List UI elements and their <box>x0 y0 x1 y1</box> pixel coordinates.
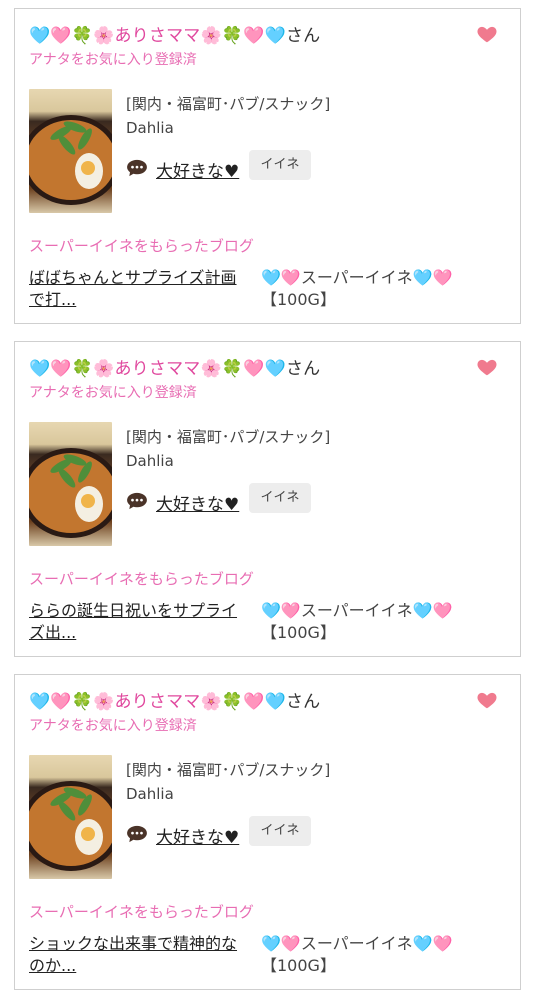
super-iine-badge: 🩵🩷スーパーイイネ🩵🩷【100G】 <box>261 601 453 642</box>
card-header: 🩵🩷🍀🌸ありさママ🌸🍀🩷🩵さん <box>29 21 506 46</box>
ramen-photo[interactable] <box>29 422 112 546</box>
san-suffix: さん <box>285 26 321 46</box>
shop-area: [関内・福富町･パブ/スナック] <box>126 95 331 113</box>
shop-name[interactable]: Dahlia <box>126 452 174 470</box>
card-header: 🩵🩷🍀🌸ありさママ🌸🍀🩷🩵さん <box>29 687 506 712</box>
speech-bubble-icon <box>127 825 147 843</box>
user-name-text: 🩵🩷🍀🌸ありさママ🌸🍀🩷🩵 <box>29 26 286 46</box>
favorite-status: アナタをお気に入り登録済 <box>29 385 197 401</box>
san-suffix: さん <box>285 359 321 379</box>
section-title: スーパーイイネをもらったブログ <box>29 237 254 255</box>
card-list: 🩵🩷🍀🌸ありさママ🌸🍀🩷🩵さん アナタをお気に入り登録済 [関内・福富町･パブ/… <box>0 0 536 1000</box>
ramen-photo[interactable] <box>29 89 112 213</box>
blog-title-link[interactable]: ショックな出来事で精神的なのか... <box>29 933 251 977</box>
heart-icon[interactable] <box>476 356 498 378</box>
shop-name[interactable]: Dahlia <box>126 119 174 137</box>
iine-button[interactable]: イイネ <box>249 483 311 513</box>
liked-user-card: 🩵🩷🍀🌸ありさママ🌸🍀🩷🩵さん アナタをお気に入り登録済 [関内・福富町･パブ/… <box>14 341 521 657</box>
favorite-status: アナタをお気に入り登録済 <box>29 718 197 734</box>
speech-bubble-icon <box>127 492 147 510</box>
daisuki-link[interactable]: 大好きな♥ <box>156 490 239 515</box>
iine-button[interactable]: イイネ <box>249 150 311 180</box>
blog-title-link[interactable]: ららの誕生日祝いをサプライズ出... <box>29 600 251 644</box>
photo-yolk <box>81 827 95 841</box>
liked-user-card: 🩵🩷🍀🌸ありさママ🌸🍀🩷🩵さん アナタをお気に入り登録済 [関内・福富町･パブ/… <box>14 674 521 990</box>
user-name[interactable]: 🩵🩷🍀🌸ありさママ🌸🍀🩷🩵さん <box>29 687 320 712</box>
heart-icon[interactable] <box>476 689 498 711</box>
ramen-photo[interactable] <box>29 755 112 879</box>
favorite-status: アナタをお気に入り登録済 <box>29 52 197 68</box>
user-name[interactable]: 🩵🩷🍀🌸ありさママ🌸🍀🩷🩵さん <box>29 21 320 46</box>
shop-area: [関内・福富町･パブ/スナック] <box>126 428 331 446</box>
speech-bubble-icon <box>127 159 147 177</box>
iine-button[interactable]: イイネ <box>249 816 311 846</box>
user-name[interactable]: 🩵🩷🍀🌸ありさママ🌸🍀🩷🩵さん <box>29 354 320 379</box>
photo-yolk <box>81 161 95 175</box>
section-title: スーパーイイネをもらったブログ <box>29 570 254 588</box>
super-iine-badge: 🩵🩷スーパーイイネ🩵🩷【100G】 <box>261 934 453 975</box>
super-iine-badge: 🩵🩷スーパーイイネ🩵🩷【100G】 <box>261 268 453 309</box>
shop-area: [関内・福富町･パブ/スナック] <box>126 761 331 779</box>
user-name-text: 🩵🩷🍀🌸ありさママ🌸🍀🩷🩵 <box>29 359 286 379</box>
card-header: 🩵🩷🍀🌸ありさママ🌸🍀🩷🩵さん <box>29 354 506 379</box>
daisuki-link[interactable]: 大好きな♥ <box>156 823 239 848</box>
liked-user-card: 🩵🩷🍀🌸ありさママ🌸🍀🩷🩵さん アナタをお気に入り登録済 [関内・福富町･パブ/… <box>14 8 521 324</box>
photo-yolk <box>81 494 95 508</box>
shop-name[interactable]: Dahlia <box>126 785 174 803</box>
san-suffix: さん <box>285 692 321 712</box>
daisuki-link[interactable]: 大好きな♥ <box>156 157 239 182</box>
user-name-text: 🩵🩷🍀🌸ありさママ🌸🍀🩷🩵 <box>29 692 286 712</box>
blog-title-link[interactable]: ばばちゃんとサプライズ計画で打... <box>29 267 251 311</box>
section-title: スーパーイイネをもらったブログ <box>29 903 254 921</box>
heart-icon[interactable] <box>476 23 498 45</box>
